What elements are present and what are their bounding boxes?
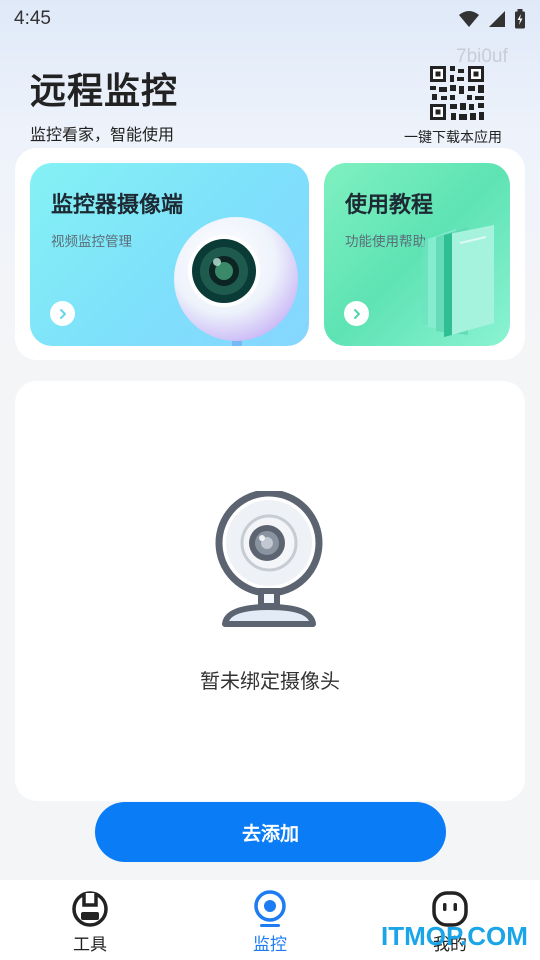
camera-card-arrow-button[interactable] — [50, 301, 75, 326]
tutorial-card-title: 使用教程 — [345, 193, 434, 218]
nav-label-monitor: 监控 — [253, 935, 287, 955]
status-bar: 4:45 — [0, 0, 540, 38]
page-subtitle: 监控看家，智能使用 — [30, 125, 175, 144]
watermark-text: 7bi0uf — [456, 46, 508, 67]
camera-icon — [254, 890, 286, 927]
camera-list-panel: 暂未绑定摄像头 — [15, 381, 525, 801]
camera-card-title: 监控器摄像端 — [51, 193, 184, 218]
status-time: 4:45 — [14, 8, 51, 29]
nav-item-monitor[interactable]: 监控 — [210, 880, 330, 960]
camera-terminal-card[interactable]: 监控器摄像端 视频监控管理 — [30, 163, 309, 346]
tutorial-card-subtitle: 功能使用帮助 — [345, 234, 426, 250]
watermark-logo-text: ITMOP.COM — [381, 921, 528, 951]
qr-download-label: 一键下载本应用 — [404, 130, 502, 146]
signal-icon — [489, 11, 505, 27]
empty-state-message: 暂未绑定摄像头 — [200, 669, 340, 693]
toolbox-icon — [72, 891, 108, 927]
book-illustration-icon — [422, 225, 494, 337]
status-icons — [458, 9, 526, 29]
tutorial-card[interactable]: 使用教程 功能使用帮助 — [324, 163, 510, 346]
chevron-right-icon — [353, 308, 360, 319]
battery-icon — [515, 9, 525, 29]
wifi-icon — [459, 11, 479, 27]
camera-card-subtitle: 视频监控管理 — [51, 234, 132, 250]
add-camera-button[interactable]: 去添加 — [95, 802, 446, 862]
page-title: 远程监控 — [30, 71, 179, 112]
nav-item-tools[interactable]: 工具 — [30, 880, 150, 960]
tutorial-card-arrow-button[interactable] — [344, 301, 369, 326]
nav-label-tools: 工具 — [73, 935, 107, 955]
webcam-illustration-icon — [174, 217, 298, 346]
chevron-right-icon — [59, 308, 66, 319]
qr-code-icon[interactable] — [430, 66, 484, 120]
feature-panel: 监控器摄像端 视频监控管理 使用教程 功能使用帮助 — [15, 148, 525, 360]
webcam-icon — [215, 491, 323, 627]
